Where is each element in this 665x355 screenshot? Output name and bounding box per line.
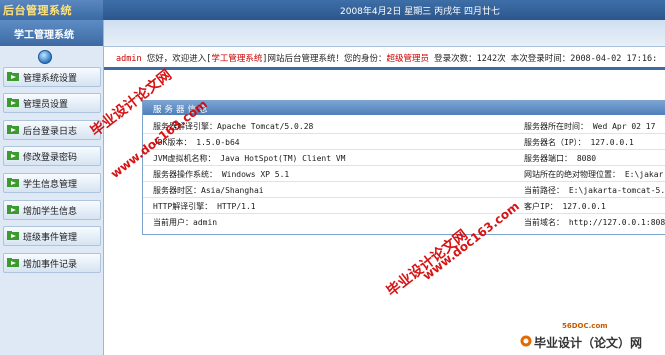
info-cell: 服务器名（IP）： 127.0.0.1 [524, 138, 634, 147]
server-info-panel: 服务器信息 服务器解译引擎：Apache Tomcat/5.0.28 服务器所在… [142, 100, 665, 235]
sidebar-item-label: 后台登录日志 [23, 127, 78, 137]
sidebar-item-label: 修改登录密码 [23, 153, 78, 163]
site-brand-logo: 56DOC.com 毕业设计（论文）网 [520, 322, 665, 355]
info-cell: 当前路径： E:\jakarta-tomcat-5.0 [524, 186, 665, 195]
info-cell: JVM虚拟机名称： Java HotSpot(TM) Client VM [153, 154, 346, 163]
info-cell: 当前用户：admin [153, 218, 218, 227]
folder-arrow-icon [7, 205, 19, 214]
info-cell: 当前域名： http://127.0.0.1:808 [524, 218, 665, 227]
sidebar-item-add-event[interactable]: 增加事件记录 [3, 253, 101, 273]
sidebar-item-label: 学生信息管理 [23, 180, 78, 190]
sidebar-item-label: 管理系统设置 [23, 74, 78, 84]
sidebar-item-student-info[interactable]: 学生信息管理 [3, 173, 101, 193]
folder-arrow-icon [7, 178, 19, 187]
table-row: 服务器操作系统： Windows XP 5.1 网站所在的绝对物理位置： E:\… [143, 167, 665, 182]
welcome-text: ]网站后台管理系统！您的身份： [262, 54, 387, 64]
header-divider [104, 67, 665, 70]
table-row: JVM虚拟机名称： Java HotSpot(TM) Client VM 服务器… [143, 151, 665, 166]
main-top-strip [104, 20, 665, 47]
welcome-message: admin 您好，欢迎进入[学工管理系统]网站后台管理系统！您的身份：超级管理员… [116, 52, 657, 64]
folder-arrow-icon [7, 98, 19, 107]
folder-arrow-icon [7, 125, 19, 134]
info-cell: 网站所在的绝对物理位置： E:\jakar [524, 170, 664, 179]
welcome-text: 您好，欢迎进入[ [141, 54, 212, 64]
info-cell: 服务器操作系统： Windows XP 5.1 [153, 170, 290, 179]
folder-arrow-icon [7, 231, 19, 240]
brand-icon [520, 335, 532, 347]
globe-icon [38, 50, 52, 64]
sidebar-header: 学工管理系统 [0, 20, 103, 46]
sidebar-item-add-student[interactable]: 增加学生信息 [3, 200, 101, 220]
sidebar-item-label: 增加学生信息 [23, 207, 78, 217]
table-row: 服务器解译引擎：Apache Tomcat/5.0.28 服务器所在时间： We… [143, 119, 665, 134]
table-row: HTTP解译引擎： HTTP/1.1 客户IP： 127.0.0.1 [143, 199, 665, 214]
sidebar-item-admin-settings[interactable]: 管理员设置 [3, 93, 101, 113]
sidebar-item-change-password[interactable]: 修改登录密码 [3, 146, 101, 166]
date-display: 2008年4月2日 星期三 丙戌年 四月廿七 [340, 7, 500, 17]
sidebar: 学工管理系统 管理系统设置 管理员设置 后台登录日志 修改登录密码 学生信息管理… [0, 20, 104, 355]
folder-arrow-icon [7, 151, 19, 160]
sidebar-item-label: 班级事件管理 [23, 233, 78, 243]
table-row: 当前用户：admin 当前域名： http://127.0.0.1:808 [143, 215, 665, 229]
main-content: admin 您好，欢迎进入[学工管理系统]网站后台管理系统！您的身份：超级管理员… [104, 20, 665, 355]
sidebar-item-system-settings[interactable]: 管理系统设置 [3, 67, 101, 87]
brand-name: 毕业设计（论文）网 [534, 336, 643, 350]
info-cell: 服务器时区：Asia/Shanghai [153, 186, 264, 195]
info-cell: 服务器端口： 8080 [524, 154, 597, 163]
welcome-system-name: 学工管理系统 [211, 54, 263, 64]
folder-arrow-icon [7, 72, 19, 81]
welcome-login-stats: 登录次数：1242次 本次登录时间：2008-04-02 17:16: [429, 54, 658, 64]
table-row: JDK版本： 1.5.0-b64 服务器名（IP）： 127.0.0.1 [143, 135, 665, 150]
info-cell: HTTP解译引擎： HTTP/1.1 [153, 202, 256, 211]
top-header: 后台管理系统 2008年4月2日 星期三 丙戌年 四月廿七 [0, 0, 665, 20]
sidebar-item-label: 管理员设置 [23, 100, 69, 110]
sidebar-item-label: 增加事件记录 [23, 260, 78, 270]
welcome-username: admin [116, 54, 142, 64]
panel-header: 服务器信息 [143, 101, 665, 115]
welcome-role: 超级管理员 [386, 54, 429, 64]
logo-text: 后台管理系统 [3, 4, 72, 17]
logo: 后台管理系统 [0, 0, 103, 20]
brand-url: 56DOC.com [562, 322, 608, 330]
sidebar-title: 学工管理系统 [14, 30, 74, 41]
info-cell: 客户IP： 127.0.0.1 [524, 202, 606, 211]
sidebar-item-class-events[interactable]: 班级事件管理 [3, 226, 101, 246]
info-cell: 服务器所在时间： Wed Apr 02 17 [524, 122, 656, 131]
folder-arrow-icon [7, 258, 19, 267]
table-row: 服务器时区：Asia/Shanghai 当前路径： E:\jakarta-tom… [143, 183, 665, 198]
